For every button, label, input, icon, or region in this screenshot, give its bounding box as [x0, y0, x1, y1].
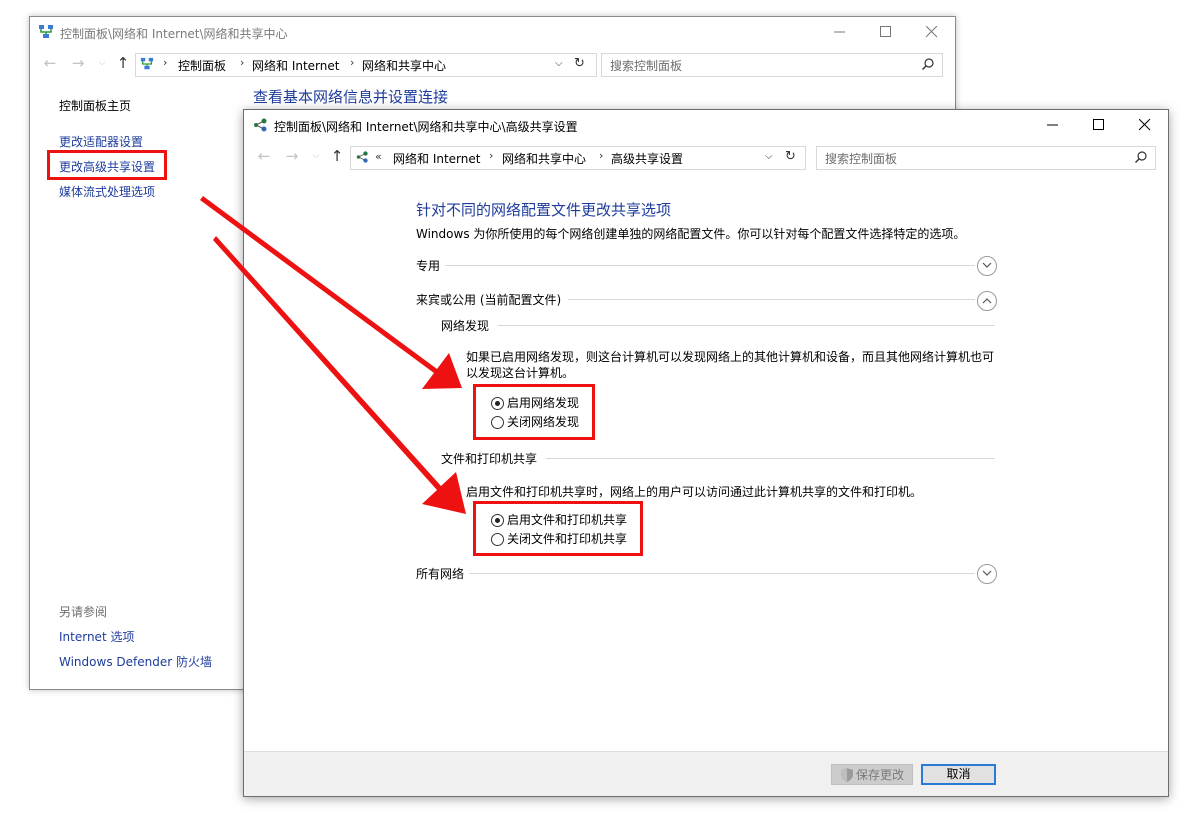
- navigation-bar: ← → ⌵ ↑ › 控制面板 › 网络和 Internet › 网络和共享中心 …: [30, 49, 955, 79]
- title-bar: 控制面板\网络和 Internet\网络和共享中心: [30, 17, 955, 47]
- close-button[interactable]: [909, 17, 955, 47]
- internet-options-link[interactable]: Internet 选项: [59, 628, 134, 645]
- maximize-button[interactable]: [863, 17, 909, 47]
- address-bar[interactable]: « 网络和 Internet › 网络和共享中心 › 高级共享设置 ⌵ ↻: [350, 146, 806, 170]
- minimize-button[interactable]: [817, 17, 863, 47]
- network-sharing-icon: [254, 118, 267, 132]
- chevron-down-icon: [982, 570, 992, 576]
- search-icon: [1135, 151, 1147, 163]
- forward-arrow-icon[interactable]: →: [282, 146, 302, 166]
- forward-arrow-icon[interactable]: →: [68, 53, 88, 73]
- up-arrow-icon[interactable]: ↑: [113, 53, 133, 73]
- cancel-button[interactable]: 取消: [921, 764, 996, 785]
- network-sharing-icon: [356, 151, 368, 163]
- back-arrow-icon[interactable]: ←: [40, 53, 60, 73]
- chevron-down-icon[interactable]: ⌵: [765, 151, 773, 162]
- breadcrumb-control-panel[interactable]: 控制面板: [178, 57, 226, 74]
- recent-dropdown-icon[interactable]: ⌵: [92, 53, 112, 73]
- breadcrumb-network-center[interactable]: 网络和共享中心: [362, 57, 446, 74]
- recent-dropdown-icon[interactable]: ⌵: [306, 146, 326, 166]
- dialog-footer: 保存更改 取消: [244, 751, 1168, 796]
- breadcrumb-network-internet[interactable]: 网络和 Internet: [393, 150, 480, 167]
- up-arrow-icon[interactable]: ↑: [327, 146, 347, 166]
- file-printer-sharing-description: 启用文件和打印机共享时，网络上的用户可以访问通过此计算机共享的文件和打印机。: [466, 485, 923, 499]
- collapse-guest-public-button[interactable]: [977, 291, 997, 311]
- divider: [546, 458, 995, 459]
- chevron-down-icon: [982, 262, 992, 268]
- refresh-icon[interactable]: ↻: [785, 149, 796, 164]
- search-icon: [922, 58, 934, 70]
- breadcrumb-separator[interactable]: ›: [599, 149, 603, 162]
- breadcrumb-network-internet[interactable]: 网络和 Internet: [252, 57, 339, 74]
- breadcrumb-separator[interactable]: ›: [489, 149, 493, 162]
- profile-private-label[interactable]: 专用: [416, 257, 440, 274]
- window-title: 控制面板\网络和 Internet\网络和共享中心\高级共享设置: [274, 120, 578, 134]
- divider: [568, 299, 975, 300]
- uac-shield-icon: [841, 768, 853, 782]
- save-changes-button[interactable]: 保存更改: [831, 764, 913, 785]
- refresh-icon[interactable]: ↻: [574, 56, 585, 71]
- sidebar-home-link[interactable]: 控制面板主页: [59, 97, 131, 114]
- expand-all-networks-button[interactable]: [977, 564, 997, 584]
- search-input[interactable]: 搜索控制面板: [601, 53, 943, 77]
- title-bar: 控制面板\网络和 Internet\网络和共享中心\高级共享设置: [244, 110, 1168, 140]
- close-icon: [1139, 119, 1151, 131]
- profile-all-networks-label[interactable]: 所有网络: [416, 565, 464, 582]
- back-arrow-icon[interactable]: ←: [254, 146, 274, 166]
- page-title: 查看基本网络信息并设置连接: [253, 88, 449, 106]
- navigation-bar: ← → ⌵ ↑ « 网络和 Internet › 网络和共享中心 › 高级共享设…: [244, 143, 1168, 173]
- sidebar-item-media-streaming[interactable]: 媒体流式处理选项: [59, 183, 155, 200]
- breadcrumb-separator[interactable]: ›: [240, 56, 244, 69]
- file-printer-sharing-title: 文件和打印机共享: [441, 452, 538, 466]
- advanced-sharing-settings-window: 控制面板\网络和 Internet\网络和共享中心\高级共享设置 ← → ⌵ ↑…: [243, 109, 1169, 797]
- close-icon: [926, 26, 938, 38]
- minimize-icon: [834, 31, 845, 33]
- breadcrumb-separator[interactable]: ›: [350, 56, 354, 69]
- advanced-sharing-highlight-box: [47, 150, 167, 180]
- file-printer-sharing-highlight-box: [473, 501, 643, 556]
- expand-private-button[interactable]: [977, 256, 997, 276]
- minimize-icon: [1047, 124, 1058, 126]
- search-placeholder: 搜索控制面板: [825, 152, 898, 166]
- breadcrumb-overflow-icon[interactable]: «: [375, 150, 382, 163]
- breadcrumb-separator: ›: [163, 56, 168, 69]
- windows-defender-firewall-link[interactable]: Windows Defender 防火墙: [59, 653, 212, 670]
- search-input[interactable]: 搜索控制面板: [816, 146, 1156, 170]
- control-panel-icon: [140, 57, 154, 70]
- page-heading: 针对不同的网络配置文件更改共享选项: [416, 201, 672, 219]
- minimize-button[interactable]: [1030, 110, 1076, 140]
- network-center-icon: [39, 25, 53, 38]
- breadcrumb-network-center[interactable]: 网络和共享中心: [502, 150, 586, 167]
- close-button[interactable]: [1122, 110, 1168, 140]
- address-bar[interactable]: › 控制面板 › 网络和 Internet › 网络和共享中心 ⌵ ↻: [135, 53, 597, 77]
- maximize-button[interactable]: [1076, 110, 1122, 140]
- breadcrumb-advanced-sharing[interactable]: 高级共享设置: [611, 150, 683, 167]
- search-placeholder: 搜索控制面板: [610, 59, 683, 73]
- divider: [498, 325, 995, 326]
- sidebar-item-adapter-settings[interactable]: 更改适配器设置: [59, 133, 143, 150]
- page-description: Windows 为你所使用的每个网络创建单独的网络配置文件。你可以针对每个配置文…: [416, 227, 966, 241]
- network-discovery-title: 网络发现: [441, 319, 490, 333]
- save-changes-label: 保存更改: [855, 768, 904, 782]
- divider: [445, 265, 975, 266]
- chevron-up-icon: [982, 298, 992, 304]
- network-discovery-highlight-box: [473, 384, 595, 440]
- see-also-label: 另请参阅: [59, 605, 108, 619]
- window-title: 控制面板\网络和 Internet\网络和共享中心: [60, 27, 288, 41]
- divider: [469, 573, 975, 574]
- chevron-down-icon[interactable]: ⌵: [555, 58, 563, 69]
- maximize-icon: [1093, 119, 1104, 130]
- profile-guest-public-label[interactable]: 来宾或公用 (当前配置文件): [416, 291, 561, 308]
- network-discovery-description: 如果已启用网络发现，则这台计算机可以发现网络上的其他计算机和设备，而且其他网络计…: [466, 350, 995, 380]
- maximize-icon: [880, 26, 891, 37]
